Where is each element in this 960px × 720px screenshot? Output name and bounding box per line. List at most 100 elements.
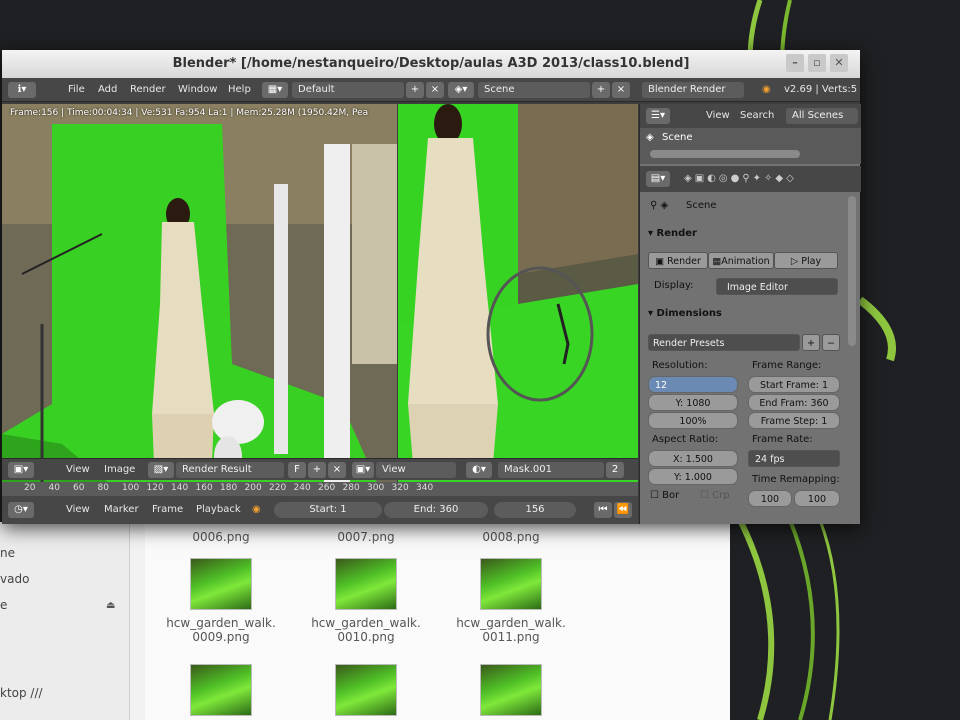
image-editor-type-icon[interactable]: ▣▾ [8, 462, 34, 478]
menu-add[interactable]: Add [98, 82, 117, 98]
file-item[interactable] [296, 664, 436, 720]
properties-type-icon[interactable]: ▤▾ [646, 171, 670, 187]
current-frame-field[interactable]: 156 [494, 502, 576, 518]
maximize-button[interactable]: ▫ [808, 54, 826, 72]
clip-editor-type-icon[interactable]: ▣▾ [352, 462, 374, 478]
ruler-tick-label: 160 [195, 483, 213, 493]
menu-file[interactable]: File [68, 82, 85, 98]
outliner-scrollbar[interactable] [650, 150, 800, 158]
sidebar-item[interactable]: ktop /// [0, 686, 43, 700]
new-image-icon[interactable]: + [308, 462, 326, 478]
file-grid: 0006.png 0007.png 0008.png hcw_garden_wa… [145, 522, 730, 720]
add-scene-icon[interactable]: + [592, 82, 610, 98]
menu-marker[interactable]: Marker [104, 502, 139, 518]
window-title: Blender* [/home/nestanqueiro/Desktop/aul… [172, 56, 690, 71]
properties-area: ☰▾ View Search All Scenes ◈ Scene ▤▾ ◈▣◐… [639, 104, 861, 524]
remap-new-field[interactable]: 100 [794, 490, 840, 507]
file-label[interactable]: 0006.png [151, 530, 291, 544]
context-breadcrumb: Scene [686, 200, 717, 211]
render-result-view[interactable]: Frame:156 | Time:00:04:34 | Ve:531 Fa:95… [2, 104, 397, 494]
remove-preset-icon[interactable]: − [822, 334, 840, 351]
jump-start-icon[interactable]: ⏮ [594, 502, 612, 518]
outliner-type-icon[interactable]: ☰▾ [646, 108, 670, 124]
remap-old-field[interactable]: 100 [748, 490, 792, 507]
timeline-ruler[interactable]: 20 40 60 80 100 120 140 160 180 200 220 240 260 280 30… [2, 482, 638, 496]
aspect-y-field[interactable]: Y: 1.000 [648, 468, 738, 485]
file-item[interactable]: hcw_garden_walk. 0011.png [441, 558, 581, 644]
image-browse-icon[interactable]: ▧▾ [148, 462, 174, 478]
eject-icon[interactable]: ⏏ [106, 600, 115, 611]
menu-view[interactable]: View [66, 502, 90, 518]
render-button[interactable]: ▣ Render [648, 252, 708, 269]
outliner-menu-search[interactable]: Search [740, 108, 774, 124]
menu-help[interactable]: Help [228, 82, 251, 98]
end-frame-field[interactable]: End: 360 [384, 502, 488, 518]
sidebar-item[interactable]: ne [0, 546, 15, 560]
add-layout-icon[interactable]: + [406, 82, 424, 98]
close-button[interactable]: ✕ [830, 54, 848, 72]
crop-checkbox[interactable]: ☐ Crp [700, 490, 730, 501]
frame-rate-selector[interactable]: 24 fps [748, 450, 840, 467]
file-item[interactable] [441, 664, 581, 720]
menu-view[interactable]: View [66, 462, 90, 478]
image-selector[interactable]: Render Result [176, 462, 284, 478]
context-tabs-icons[interactable]: ◈▣◐◎●⚲✦✧◆◇ [684, 171, 797, 187]
scene-selector[interactable]: Scene [478, 82, 590, 98]
aspect-x-field[interactable]: X: 1.500 [648, 450, 738, 467]
prev-keyframe-icon[interactable]: ⏪ [614, 502, 632, 518]
scene-icon[interactable]: ◈▾ [448, 82, 474, 98]
render-button-label: Render [667, 256, 701, 267]
resolution-percentage-field[interactable]: 100% [648, 412, 738, 429]
outliner: ☰▾ View Search All Scenes ◈ Scene [640, 104, 861, 164]
layout-icon[interactable]: ▦▾ [262, 82, 288, 98]
sidebar-item[interactable]: e [0, 598, 7, 612]
menu-window[interactable]: Window [178, 82, 217, 98]
outliner-menu-view[interactable]: View [706, 108, 730, 124]
fake-user-button[interactable]: F [288, 462, 306, 478]
render-engine-selector[interactable]: Blender Render [642, 82, 744, 98]
properties-scrollbar[interactable] [848, 196, 856, 346]
file-item[interactable]: hcw_garden_walk. 0009.png [151, 558, 291, 644]
frame-step-field[interactable]: Frame Step: 1 [748, 412, 840, 429]
file-label[interactable]: 0007.png [296, 530, 436, 544]
start-frame-field[interactable]: Start: 1 [274, 502, 382, 518]
clip-editor-view[interactable]: 156 [398, 104, 638, 502]
timeline-type-icon[interactable]: ◷▾ [8, 502, 34, 518]
resolution-y-field[interactable]: Y: 1080 [648, 394, 738, 411]
menu-frame[interactable]: Frame [152, 502, 183, 518]
end-frame-field[interactable]: End Fram: 360 [748, 394, 840, 411]
menu-render[interactable]: Render [130, 82, 166, 98]
add-preset-icon[interactable]: + [802, 334, 820, 351]
border-checkbox[interactable]: ☐ Bor [650, 490, 679, 501]
display-selector[interactable]: Image Editor [716, 278, 838, 295]
render-panel-header[interactable]: ▾ Render [648, 224, 697, 244]
editor-type-icon[interactable]: ℹ▾ [8, 82, 36, 98]
mask-icon[interactable]: ◐▾ [466, 462, 492, 478]
remove-layout-icon[interactable]: × [426, 82, 444, 98]
mask-selector[interactable]: Mask.001 [498, 462, 604, 478]
play-button[interactable]: ▷ Play [774, 252, 838, 269]
start-frame-field[interactable]: Start Frame: 1 [748, 376, 840, 393]
layout-selector[interactable]: Default [292, 82, 404, 98]
window-titlebar[interactable]: Blender* [/home/nestanqueiro/Desktop/aul… [2, 50, 860, 78]
view-menu-dropdown[interactable]: View [376, 462, 456, 478]
sidebar-item[interactable]: vado [0, 572, 29, 586]
file-label[interactable]: 0008.png [441, 530, 581, 544]
record-icon[interactable]: ◉ [252, 502, 261, 518]
dimensions-panel-header[interactable]: ▾ Dimensions [648, 304, 722, 324]
blender-logo-icon: ◉ [762, 84, 771, 95]
outliner-scene-item[interactable]: Scene [662, 132, 693, 143]
menu-image[interactable]: Image [104, 462, 135, 478]
unlink-image-icon[interactable]: × [328, 462, 346, 478]
play-button-label: Play [801, 256, 822, 267]
outliner-filter[interactable]: All Scenes [786, 108, 858, 124]
menu-playback[interactable]: Playback [196, 502, 241, 518]
render-presets-selector[interactable]: Render Presets [648, 334, 800, 351]
file-item[interactable]: hcw_garden_walk. 0010.png [296, 558, 436, 644]
remove-scene-icon[interactable]: × [612, 82, 630, 98]
file-item[interactable] [151, 664, 291, 720]
minimize-button[interactable]: – [786, 54, 804, 72]
animation-button[interactable]: ▦Animation [708, 252, 774, 269]
frame-range-label: Frame Range: [752, 360, 822, 371]
resolution-x-field[interactable]: 12 [648, 376, 738, 393]
